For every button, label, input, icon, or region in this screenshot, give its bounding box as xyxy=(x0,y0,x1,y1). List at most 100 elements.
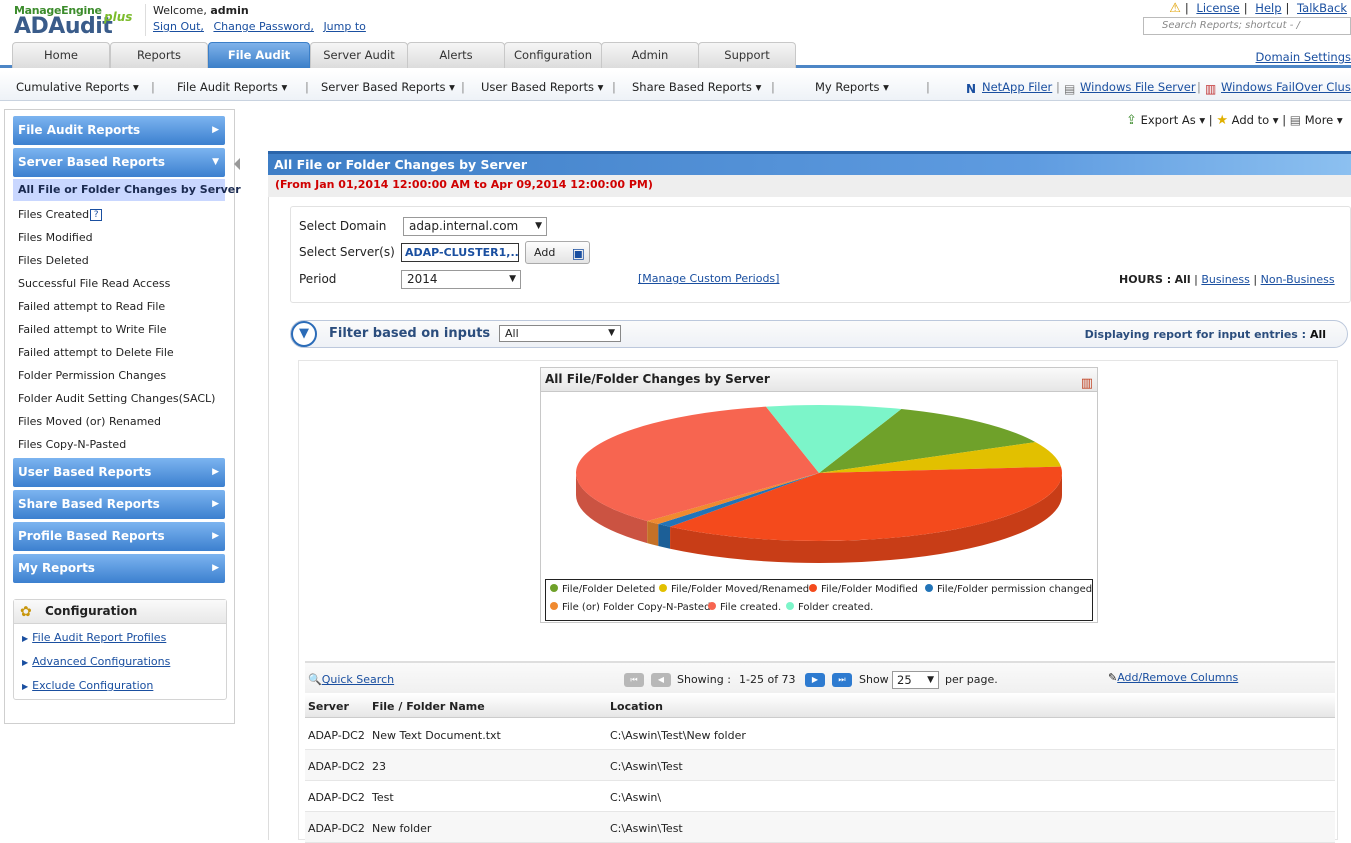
talkback-link[interactable]: TalkBack xyxy=(1297,1,1347,15)
netapp-filer-link[interactable]: N NetApp Filer xyxy=(966,80,1052,96)
subnav-my-reports[interactable]: My Reports ▾ xyxy=(815,80,889,94)
main-tabs: Home Reports File Audit Server Audit Ale… xyxy=(0,42,1351,68)
chart-title: All File/Folder Changes by Server ▥ xyxy=(541,368,1097,392)
subnav-separator: | xyxy=(771,80,775,94)
search-icon: 🔍 xyxy=(308,673,322,686)
more-button[interactable]: ▤ More ▾ xyxy=(1290,113,1343,127)
hours-all[interactable]: All xyxy=(1175,273,1191,286)
prev-page-button[interactable]: ◀ xyxy=(651,673,671,687)
tab-admin[interactable]: Admin xyxy=(601,42,699,68)
grid-toolbar: 🔍Quick Search ⏮ ◀ Showing : 1-25 of 73 ▶… xyxy=(305,661,1335,693)
show-label: Show xyxy=(859,673,889,686)
tab-alerts[interactable]: Alerts xyxy=(407,42,505,68)
table-row[interactable]: ADAP-DC2 New Text Document.txt C:\Aswin\… xyxy=(305,719,1335,750)
license-link[interactable]: License xyxy=(1196,1,1239,15)
subnav-separator: | xyxy=(612,80,616,94)
filter-select[interactable]: All ▼ xyxy=(499,325,621,342)
legend-label: Folder created. xyxy=(798,602,874,613)
sidebar-item-failed-write[interactable]: Failed attempt to Write File xyxy=(18,323,167,336)
subnav-server-based-reports[interactable]: Server Based Reports ▾ xyxy=(321,80,455,94)
period-select[interactable]: 2014 ▼ xyxy=(401,270,521,289)
cell-name: Test xyxy=(372,791,394,804)
first-page-button[interactable]: ⏮ xyxy=(624,673,644,687)
sidebar-item-file-read-access[interactable]: Successful File Read Access xyxy=(18,277,170,290)
sidebar-item-folder-sacl[interactable]: Folder Audit Setting Changes(SACL) xyxy=(18,392,215,405)
per-page-label: per page. xyxy=(945,673,998,686)
sidebar-item-all-changes[interactable]: All File or Folder Changes by Server xyxy=(13,179,241,201)
search-input[interactable]: Search Reports; shortcut - / xyxy=(1143,17,1351,35)
quick-search-link[interactable]: 🔍Quick Search xyxy=(308,673,394,686)
hours-nonbusiness-link[interactable]: Non-Business xyxy=(1261,273,1335,286)
table-row[interactable]: ADAP-DC2 Test C:\Aswin\ xyxy=(305,781,1335,812)
sidebar-server-based-reports[interactable]: Server Based Reports ▼ xyxy=(13,148,225,177)
col-file-folder-name[interactable]: File / Folder Name xyxy=(372,700,485,713)
sidebar-file-audit-reports[interactable]: File Audit Reports ▶ xyxy=(13,116,225,145)
hours-business-link[interactable]: Business xyxy=(1201,273,1250,286)
windows-file-server-link[interactable]: ▤ Windows File Server xyxy=(1064,80,1196,96)
change-password-link[interactable]: Change Password, xyxy=(213,20,314,33)
tab-support[interactable]: Support xyxy=(698,42,796,68)
windows-failover-cluster-link[interactable]: ▥Windows FailOver Cluster xyxy=(1205,80,1351,96)
domain-select[interactable]: adap.internal.com ▼ xyxy=(403,217,547,236)
cell-server: ADAP-DC2 xyxy=(308,729,365,742)
jump-to-link[interactable]: Jump to xyxy=(323,20,365,33)
sidebar-user-based-reports[interactable]: User Based Reports ▶ xyxy=(13,458,225,487)
sidebar-item-files-modified[interactable]: Files Modified xyxy=(18,231,93,244)
help-link[interactable]: Help xyxy=(1255,1,1281,15)
sidebar-item-files-created[interactable]: Files Created? xyxy=(18,208,103,221)
sidebar-item-folder-permission[interactable]: Folder Permission Changes xyxy=(18,369,166,382)
page-size-select[interactable]: 25 ▼ xyxy=(892,671,939,689)
col-server[interactable]: Server xyxy=(308,700,349,713)
next-page-button[interactable]: ▶ xyxy=(805,673,825,687)
dropdown-arrow-icon: ▼ xyxy=(509,274,516,284)
logo-plus: plus xyxy=(104,10,133,24)
action-bar: ⇪ Export As ▾ | ★ Add to ▾ | ▤ More ▾ xyxy=(1126,113,1343,128)
add-remove-columns-link[interactable]: ✎Add/Remove Columns xyxy=(1108,671,1238,684)
export-button[interactable]: ⇪ Export As ▾ xyxy=(1126,113,1205,128)
sidebar-my-reports[interactable]: My Reports ▶ xyxy=(13,554,225,583)
domain-settings-link[interactable]: Domain Settings xyxy=(1256,50,1351,64)
subnav-file-audit-reports[interactable]: File Audit Reports ▾ xyxy=(177,80,287,94)
manage-custom-periods-link[interactable]: [Manage Custom Periods] xyxy=(638,272,779,285)
sidebar-share-based-reports[interactable]: Share Based Reports ▶ xyxy=(13,490,225,519)
sidebar-profile-based-reports[interactable]: Profile Based Reports ▶ xyxy=(13,522,225,551)
server-input[interactable]: ADAP-CLUSTER1,... xyxy=(401,243,519,262)
config-link-profiles[interactable]: ▶ File Audit Report Profiles xyxy=(22,631,166,644)
hours-filter: HOURS : All | Business | Non-Business xyxy=(1119,273,1335,286)
table-row[interactable]: ADAP-DC2 23 C:\Aswin\Test xyxy=(305,750,1335,781)
subnav-cumulative-reports[interactable]: Cumulative Reports ▾ xyxy=(16,80,139,94)
tab-server-audit[interactable]: Server Audit xyxy=(310,42,408,68)
chart-type-icon[interactable]: ▥ xyxy=(1081,372,1093,395)
legend-label: File/Folder Deleted xyxy=(562,584,656,595)
bullet-icon: ▶ xyxy=(22,634,29,643)
collapse-sidebar-icon[interactable] xyxy=(234,158,240,170)
subnav-user-based-reports[interactable]: User Based Reports ▾ xyxy=(481,80,603,94)
chevron-right-icon: ▶ xyxy=(212,499,219,509)
tab-reports[interactable]: Reports xyxy=(110,42,208,68)
config-link-exclude[interactable]: ▶ Exclude Configuration xyxy=(22,679,153,692)
help-icon[interactable]: ? xyxy=(90,209,103,221)
config-link-advanced[interactable]: ▶ Advanced Configurations xyxy=(22,655,170,668)
add-server-button[interactable]: Add ▣ xyxy=(525,241,590,264)
table-row[interactable]: ADAP-DC2 New folder C:\Aswin\Test xyxy=(305,812,1335,843)
legend-item: File/Folder Modified xyxy=(809,584,918,595)
subnav-share-based-reports[interactable]: Share Based Reports ▾ xyxy=(632,80,761,94)
tab-configuration[interactable]: Configuration xyxy=(504,42,602,68)
sidebar-item-files-deleted[interactable]: Files Deleted xyxy=(18,254,89,267)
col-location[interactable]: Location xyxy=(610,700,663,713)
sidebar-item-failed-delete[interactable]: Failed attempt to Delete File xyxy=(18,346,174,359)
configuration-box: ✿ Configuration ▶ File Audit Report Profil… xyxy=(13,599,227,700)
sidebar-item-files-moved[interactable]: Files Moved (or) Renamed xyxy=(18,415,161,428)
tab-file-audit[interactable]: File Audit xyxy=(208,42,310,68)
sidebar-item-failed-read[interactable]: Failed attempt to Read File xyxy=(18,300,165,313)
dropdown-arrow-icon: ▼ xyxy=(608,328,615,338)
tab-home[interactable]: Home xyxy=(12,42,110,68)
sign-out-link[interactable]: Sign Out, xyxy=(153,20,204,33)
cell-name: New Text Document.txt xyxy=(372,729,501,742)
last-page-button[interactable]: ⏭ xyxy=(832,673,852,687)
export-icon: ⇪ xyxy=(1126,113,1137,128)
sidebar: File Audit Reports ▶ Server Based Reports… xyxy=(4,109,241,724)
warning-icon[interactable]: ⚠ xyxy=(1169,1,1181,16)
add-to-button[interactable]: ★ Add to ▾ xyxy=(1216,113,1278,128)
sidebar-item-files-copy[interactable]: Files Copy-N-Pasted xyxy=(18,438,126,451)
